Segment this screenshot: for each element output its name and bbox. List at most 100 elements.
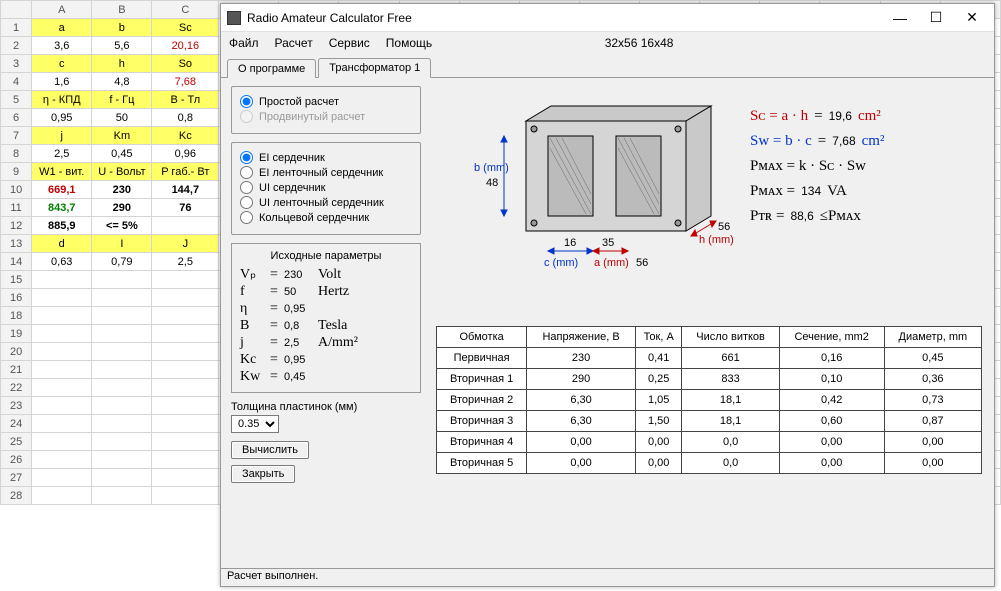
cell[interactable] — [32, 469, 92, 487]
param-val[interactable]: 0,95 — [284, 303, 318, 315]
row-header[interactable]: 5 — [1, 91, 32, 109]
cell[interactable] — [32, 379, 92, 397]
radio-simple[interactable]: Простой расчет — [240, 95, 412, 108]
radio-ui-tape[interactable]: UI ленточный сердечник — [240, 196, 412, 209]
cell[interactable]: 5,6 — [92, 37, 152, 55]
row-header[interactable]: 27 — [1, 469, 32, 487]
col-header-B[interactable]: B — [92, 1, 152, 19]
row-header[interactable]: 16 — [1, 289, 32, 307]
cell[interactable]: a — [32, 19, 92, 37]
cell[interactable]: 843,7 — [32, 199, 92, 217]
cell[interactable]: J — [152, 235, 219, 253]
row-header[interactable]: 13 — [1, 235, 32, 253]
param-val[interactable]: 0,8 — [284, 320, 318, 332]
cell[interactable]: Sc — [152, 19, 219, 37]
winding-value[interactable]: 0,00 — [527, 453, 636, 474]
winding-value[interactable]: 0,25 — [635, 369, 682, 390]
cell[interactable] — [92, 487, 152, 505]
cell[interactable]: 2,5 — [32, 145, 92, 163]
cell[interactable]: I — [92, 235, 152, 253]
menu-calc[interactable]: Расчет — [275, 36, 313, 50]
cell[interactable] — [32, 415, 92, 433]
thickness-select[interactable]: 0.35 — [231, 415, 279, 433]
winding-value[interactable]: 230 — [527, 348, 636, 369]
row-header[interactable]: 23 — [1, 397, 32, 415]
row-header[interactable]: 6 — [1, 109, 32, 127]
cell[interactable]: 50 — [92, 109, 152, 127]
cell[interactable] — [152, 487, 219, 505]
cell[interactable]: 1,6 — [32, 73, 92, 91]
cell[interactable] — [92, 343, 152, 361]
cell[interactable]: 0,45 — [92, 145, 152, 163]
winding-value[interactable]: 290 — [527, 369, 636, 390]
winding-value[interactable]: 0,73 — [884, 390, 981, 411]
col-header-A[interactable]: A — [32, 1, 92, 19]
cell[interactable]: P габ.- Вт — [152, 163, 219, 181]
row-header[interactable]: 15 — [1, 271, 32, 289]
row-header[interactable]: 24 — [1, 415, 32, 433]
tab-transformer1[interactable]: Трансформатор 1 — [318, 58, 431, 78]
row-header[interactable]: 2 — [1, 37, 32, 55]
winding-value[interactable]: 0,00 — [779, 432, 884, 453]
cell[interactable] — [92, 361, 152, 379]
cell[interactable] — [92, 325, 152, 343]
close-dialog-button[interactable]: Закрыть — [231, 465, 295, 483]
cell[interactable] — [32, 343, 92, 361]
winding-value[interactable]: 0,36 — [884, 369, 981, 390]
select-all-cell[interactable] — [1, 1, 32, 19]
cell[interactable]: 0,79 — [92, 253, 152, 271]
cell[interactable] — [92, 307, 152, 325]
cell[interactable]: b — [92, 19, 152, 37]
cell[interactable] — [152, 325, 219, 343]
cell[interactable] — [92, 433, 152, 451]
cell[interactable]: 230 — [92, 181, 152, 199]
cell[interactable]: Kc — [152, 127, 219, 145]
radio-ei-tape[interactable]: EI ленточный сердечник — [240, 166, 412, 179]
menu-help[interactable]: Помощь — [386, 36, 432, 50]
cell[interactable] — [32, 361, 92, 379]
row-header[interactable]: 18 — [1, 307, 32, 325]
col-header-C[interactable]: C — [152, 1, 219, 19]
row-header[interactable]: 26 — [1, 451, 32, 469]
cell[interactable] — [92, 271, 152, 289]
minimize-button[interactable]: — — [884, 7, 916, 29]
param-val[interactable]: 0,95 — [284, 354, 318, 366]
cell[interactable] — [32, 397, 92, 415]
cell[interactable]: 2,5 — [152, 253, 219, 271]
winding-value[interactable]: 0,41 — [635, 348, 682, 369]
row-header[interactable]: 21 — [1, 361, 32, 379]
row-header[interactable]: 28 — [1, 487, 32, 505]
cell[interactable] — [152, 397, 219, 415]
winding-value[interactable]: 0,00 — [779, 453, 884, 474]
cell[interactable]: 3,6 — [32, 37, 92, 55]
cell[interactable] — [92, 289, 152, 307]
cell[interactable]: W1 - вит. — [32, 163, 92, 181]
cell[interactable]: 885,9 — [32, 217, 92, 235]
row-header[interactable]: 4 — [1, 73, 32, 91]
winding-value[interactable]: 18,1 — [682, 411, 779, 432]
winding-value[interactable]: 1,05 — [635, 390, 682, 411]
menu-file[interactable]: Файл — [229, 36, 259, 50]
row-header[interactable]: 14 — [1, 253, 32, 271]
winding-value[interactable]: 0,42 — [779, 390, 884, 411]
row-header[interactable]: 9 — [1, 163, 32, 181]
winding-value[interactable]: 0,00 — [884, 432, 981, 453]
cell[interactable] — [152, 217, 219, 235]
row-header[interactable]: 10 — [1, 181, 32, 199]
tab-about[interactable]: О программе — [227, 59, 316, 78]
cell[interactable] — [32, 307, 92, 325]
row-header[interactable]: 25 — [1, 433, 32, 451]
cell[interactable]: Km — [92, 127, 152, 145]
cell[interactable] — [152, 451, 219, 469]
winding-value[interactable]: 0,10 — [779, 369, 884, 390]
cell[interactable]: c — [32, 55, 92, 73]
winding-value[interactable]: 0,00 — [635, 432, 682, 453]
winding-value[interactable]: 0,16 — [779, 348, 884, 369]
cell[interactable]: f - Гц — [92, 91, 152, 109]
param-val[interactable]: 230 — [284, 269, 318, 281]
cell[interactable]: 7,68 — [152, 73, 219, 91]
row-header[interactable]: 8 — [1, 145, 32, 163]
winding-value[interactable]: 6,30 — [527, 390, 636, 411]
calculate-button[interactable]: Вычислить — [231, 441, 309, 459]
titlebar[interactable]: Radio Amateur Calculator Free — ☐ ✕ — [221, 4, 994, 32]
